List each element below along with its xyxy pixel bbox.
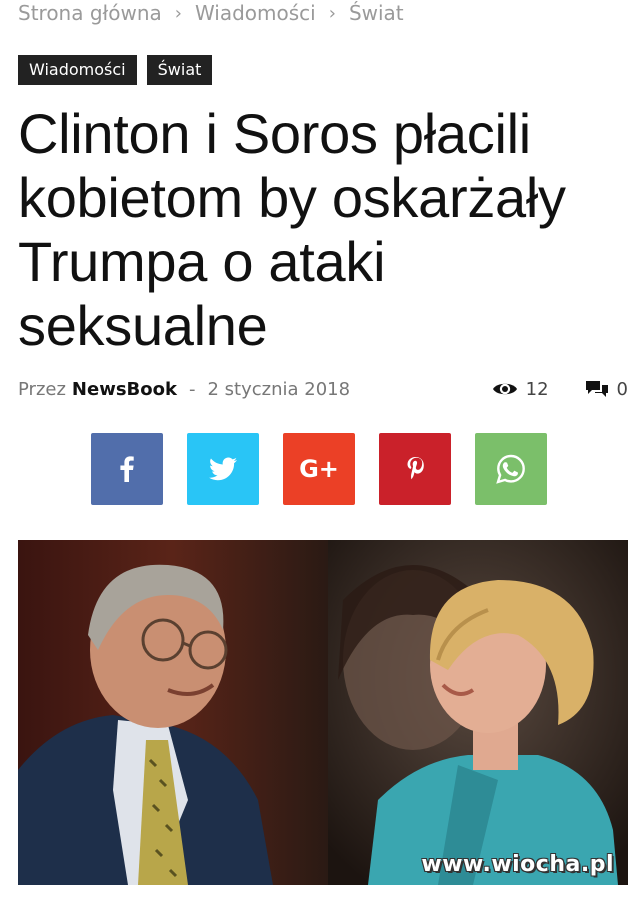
article-stats: 12 0	[492, 379, 628, 400]
article-title: Clinton i Soros płacili kobietom by oska…	[18, 102, 566, 357]
meta-dash: -	[188, 378, 196, 400]
breadcrumb-home-link[interactable]: Strona główna	[18, 1, 162, 25]
breadcrumb-world-link[interactable]: Świat	[349, 1, 404, 25]
views-counter: 12	[492, 379, 549, 400]
article-meta: Przez NewsBook - 2 stycznia 2018 12 0	[18, 376, 628, 402]
by-label: Przez	[18, 378, 66, 400]
whatsapp-icon	[496, 454, 525, 484]
views-count: 12	[525, 378, 549, 400]
share-google-plus-button[interactable]: G+	[283, 433, 355, 505]
comments-icon	[585, 381, 608, 397]
tag-news[interactable]: Wiadomości	[18, 55, 137, 85]
share-whatsapp-button[interactable]	[475, 433, 547, 505]
twitter-icon	[209, 457, 237, 481]
share-buttons: G+	[91, 433, 547, 505]
share-facebook-button[interactable]	[91, 433, 163, 505]
breadcrumb-separator: ›	[174, 2, 182, 24]
share-pinterest-button[interactable]	[379, 433, 451, 505]
comments-count: 0	[616, 378, 628, 400]
tag-world[interactable]: Świat	[146, 55, 213, 85]
eye-icon	[492, 383, 517, 395]
share-twitter-button[interactable]	[187, 433, 259, 505]
author-link[interactable]: NewsBook	[72, 379, 177, 400]
pinterest-icon	[407, 457, 424, 480]
watermark: www.wiocha.pl	[421, 852, 614, 877]
breadcrumb-separator: ›	[328, 2, 336, 24]
google-plus-icon: G+	[299, 455, 339, 483]
category-tags: Wiadomości Świat	[18, 55, 213, 85]
publish-date: 2 stycznia 2018	[207, 378, 351, 400]
comments-counter[interactable]: 0	[585, 379, 628, 400]
facebook-icon	[120, 456, 134, 482]
breadcrumb: Strona główna › Wiadomości › Świat	[18, 0, 404, 26]
photo-illustration	[18, 540, 628, 885]
article-photo: www.wiocha.pl	[18, 540, 628, 885]
breadcrumb-news-link[interactable]: Wiadomości	[195, 1, 316, 25]
